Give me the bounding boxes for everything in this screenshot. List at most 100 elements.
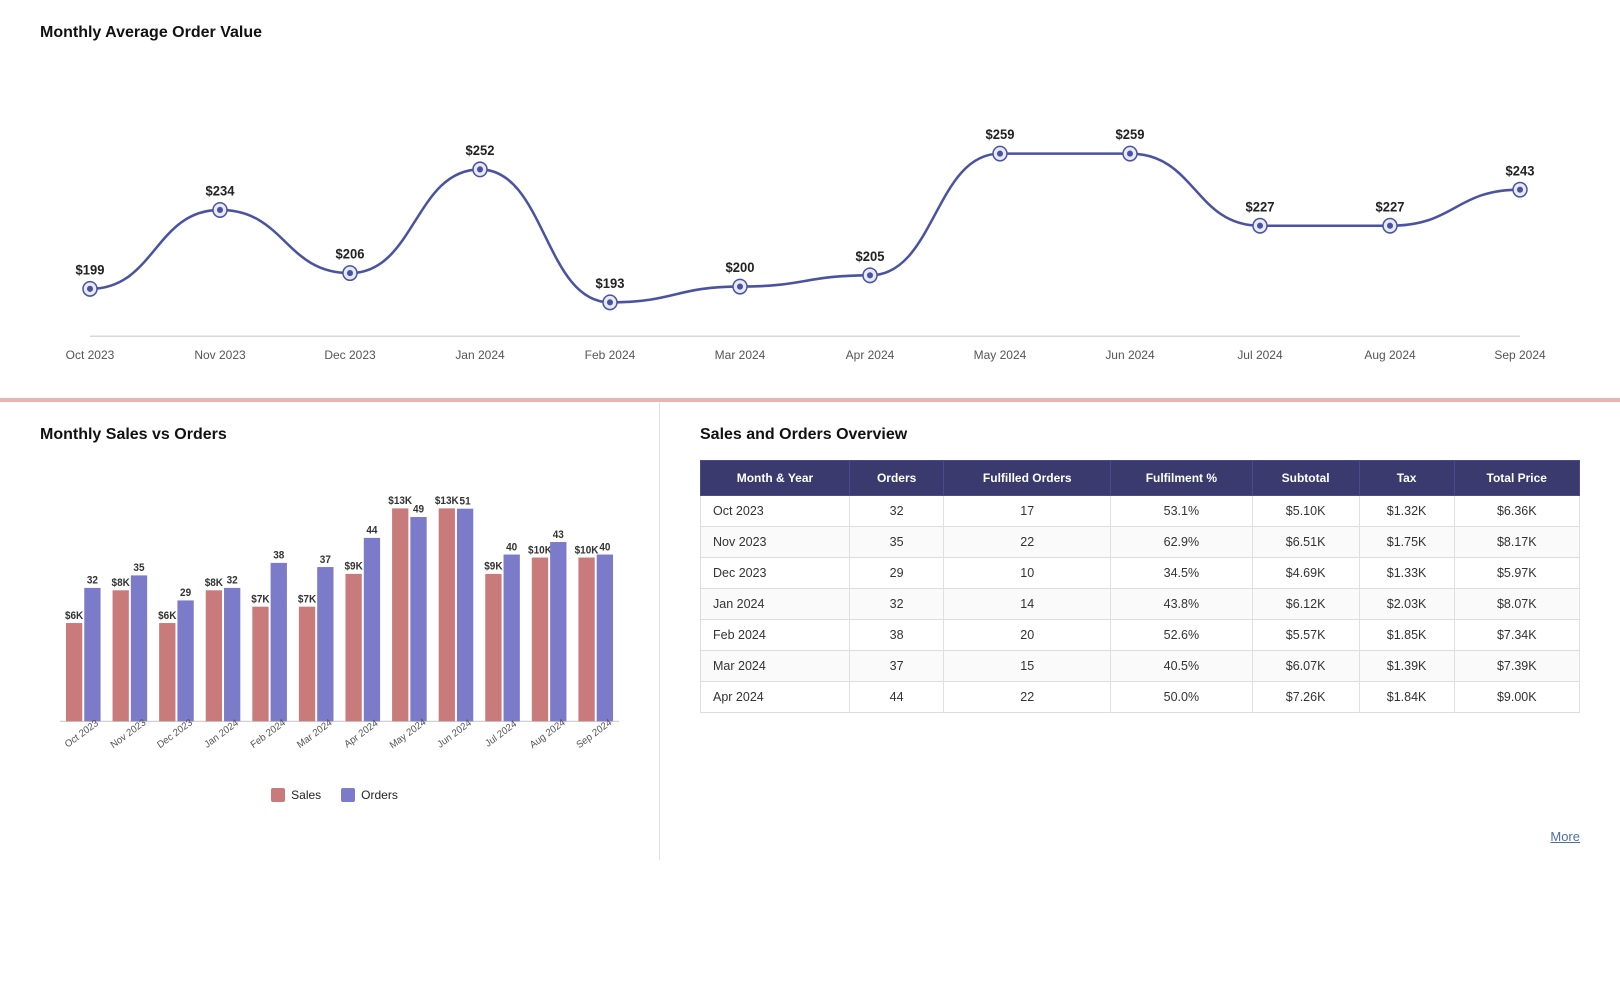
- cell-month: Oct 2023: [701, 496, 850, 527]
- svg-text:$10K: $10K: [575, 545, 599, 556]
- table-row: Dec 2023 29 10 34.5% $4.69K $1.33K $5.97…: [701, 558, 1580, 589]
- cell-subtotal: $5.57K: [1252, 620, 1359, 651]
- legend-orders-label: Orders: [361, 788, 398, 802]
- cell-subtotal: $5.10K: [1252, 496, 1359, 527]
- col-fulfilled: Fulfilled Orders: [944, 461, 1111, 496]
- legend-sales: Sales: [271, 788, 321, 802]
- cell-subtotal: $6.07K: [1252, 651, 1359, 682]
- cell-pct: 34.5%: [1111, 558, 1252, 589]
- svg-text:$13K: $13K: [435, 496, 459, 507]
- svg-text:Oct 2023: Oct 2023: [66, 348, 115, 362]
- cell-month: Nov 2023: [701, 527, 850, 558]
- line-chart-container: $199Oct 2023$234Nov 2023$206Dec 2023$252…: [40, 58, 1580, 398]
- svg-text:$7K: $7K: [298, 594, 317, 605]
- cell-total: $6.36K: [1454, 496, 1580, 527]
- svg-text:40: 40: [599, 542, 610, 553]
- cell-orders: 38: [849, 620, 943, 651]
- table-row: Nov 2023 35 22 62.9% $6.51K $1.75K $8.17…: [701, 527, 1580, 558]
- svg-text:Jul 2024: Jul 2024: [1237, 348, 1283, 362]
- svg-text:$193: $193: [596, 276, 625, 291]
- svg-text:Apr 2024: Apr 2024: [343, 717, 381, 750]
- svg-text:$6K: $6K: [65, 611, 84, 622]
- svg-text:Dec 2023: Dec 2023: [324, 348, 376, 362]
- svg-text:$206: $206: [336, 246, 365, 261]
- cell-subtotal: $6.12K: [1252, 589, 1359, 620]
- cell-pct: 52.6%: [1111, 620, 1252, 651]
- svg-text:$252: $252: [466, 143, 495, 158]
- svg-text:Sep 2024: Sep 2024: [1494, 348, 1546, 362]
- svg-text:$243: $243: [1506, 163, 1535, 178]
- svg-text:Nov 2023: Nov 2023: [194, 348, 246, 362]
- cell-month: Dec 2023: [701, 558, 850, 589]
- svg-text:51: 51: [460, 496, 471, 507]
- cell-tax: $1.33K: [1359, 558, 1454, 589]
- cell-fulfilled: 22: [944, 682, 1111, 713]
- svg-text:$259: $259: [986, 127, 1015, 142]
- cell-orders: 44: [849, 682, 943, 713]
- cell-subtotal: $7.26K: [1252, 682, 1359, 713]
- bar-chart-legend: Sales Orders: [40, 788, 629, 802]
- col-month: Month & Year: [701, 461, 850, 496]
- svg-text:38: 38: [273, 550, 284, 561]
- svg-text:Feb 2024: Feb 2024: [585, 348, 636, 362]
- page: Monthly Average Order Value $199Oct 2023…: [0, 0, 1620, 994]
- cell-month: Apr 2024: [701, 682, 850, 713]
- svg-text:Oct 2023: Oct 2023: [63, 717, 101, 750]
- svg-text:Dec 2023: Dec 2023: [155, 717, 195, 751]
- col-total: Total Price: [1454, 461, 1580, 496]
- cell-month: Jan 2024: [701, 589, 850, 620]
- cell-orders: 29: [849, 558, 943, 589]
- cell-total: $8.07K: [1454, 589, 1580, 620]
- cell-subtotal: $4.69K: [1252, 558, 1359, 589]
- overview-title: Sales and Orders Overview: [700, 426, 1580, 444]
- svg-text:$8K: $8K: [205, 578, 224, 589]
- svg-text:$7K: $7K: [251, 594, 270, 605]
- svg-text:32: 32: [227, 575, 238, 586]
- svg-text:$259: $259: [1116, 127, 1145, 142]
- cell-total: $8.17K: [1454, 527, 1580, 558]
- svg-text:44: 44: [366, 525, 377, 536]
- svg-text:Apr 2024: Apr 2024: [846, 348, 895, 362]
- cell-pct: 53.1%: [1111, 496, 1252, 527]
- legend-sales-label: Sales: [291, 788, 321, 802]
- table-header-row: Month & Year Orders Fulfilled Orders Ful…: [701, 461, 1580, 496]
- cell-tax: $1.39K: [1359, 651, 1454, 682]
- table-head: Month & Year Orders Fulfilled Orders Ful…: [701, 461, 1580, 496]
- cell-total: $5.97K: [1454, 558, 1580, 589]
- cell-tax: $2.03K: [1359, 589, 1454, 620]
- cell-fulfilled: 15: [944, 651, 1111, 682]
- legend-orders-swatch: [341, 788, 355, 802]
- right-panel: Sales and Orders Overview Month & Year O…: [660, 402, 1620, 860]
- cell-orders: 35: [849, 527, 943, 558]
- cell-total: $7.34K: [1454, 620, 1580, 651]
- svg-text:Mar 2024: Mar 2024: [715, 348, 766, 362]
- cell-pct: 50.0%: [1111, 682, 1252, 713]
- cell-tax: $1.32K: [1359, 496, 1454, 527]
- cell-fulfilled: 17: [944, 496, 1111, 527]
- svg-text:Mar 2024: Mar 2024: [295, 717, 334, 751]
- cell-fulfilled: 20: [944, 620, 1111, 651]
- svg-text:$199: $199: [76, 262, 105, 277]
- table-row: Apr 2024 44 22 50.0% $7.26K $1.84K $9.00…: [701, 682, 1580, 713]
- svg-text:29: 29: [180, 588, 191, 599]
- col-subtotal: Subtotal: [1252, 461, 1359, 496]
- svg-text:Feb 2024: Feb 2024: [249, 717, 288, 751]
- col-orders: Orders: [849, 461, 943, 496]
- more-link[interactable]: More: [1550, 829, 1580, 844]
- svg-text:$227: $227: [1376, 199, 1405, 214]
- svg-text:37: 37: [320, 555, 331, 566]
- svg-text:Jun 2024: Jun 2024: [1105, 348, 1155, 362]
- cell-pct: 43.8%: [1111, 589, 1252, 620]
- legend-orders: Orders: [341, 788, 398, 802]
- cell-pct: 62.9%: [1111, 527, 1252, 558]
- svg-text:49: 49: [413, 504, 424, 515]
- overview-table: Month & Year Orders Fulfilled Orders Ful…: [700, 460, 1580, 713]
- svg-text:Sep 2024: Sep 2024: [575, 717, 615, 751]
- svg-text:$205: $205: [856, 249, 885, 264]
- cell-fulfilled: 10: [944, 558, 1111, 589]
- cell-month: Mar 2024: [701, 651, 850, 682]
- cell-tax: $1.84K: [1359, 682, 1454, 713]
- bar-chart-container: $6K32Oct 2023$8K35Nov 2023$6K29Dec 2023$…: [40, 460, 629, 780]
- cell-total: $7.39K: [1454, 651, 1580, 682]
- svg-text:40: 40: [506, 542, 517, 553]
